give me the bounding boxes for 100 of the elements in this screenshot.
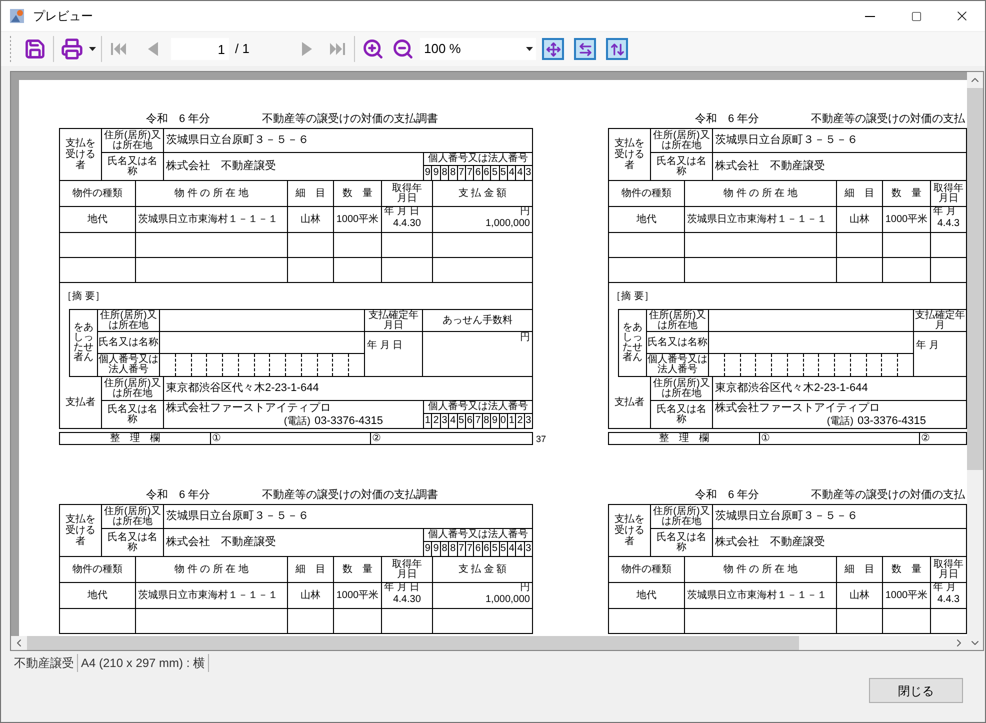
number-digit: 5 <box>490 542 499 556</box>
field-label: 氏名又は名称 <box>106 532 158 552</box>
zoom-select[interactable]: 100 % <box>420 38 536 60</box>
close-button[interactable]: 閉じる <box>869 678 963 703</box>
column-header: 取得年月日 <box>392 560 422 580</box>
table-cell: 地代 <box>636 213 656 226</box>
zoom-out-icon <box>392 38 414 60</box>
number-digit: 3 <box>524 166 532 180</box>
field-label: 氏名又は名称 <box>656 532 708 552</box>
column-header: 細 目 <box>844 564 874 574</box>
number-digit: 2 <box>515 414 524 428</box>
number-digit: 9 <box>424 166 432 180</box>
status-text: A4 (210 x 297 mm) : 横 <box>78 654 210 672</box>
phone-label: (電話) <box>284 416 310 427</box>
number-digit: 7 <box>464 542 474 556</box>
remarks-label: ［摘 要］ <box>62 291 105 302</box>
number-digit: 7 <box>456 166 465 180</box>
table-cell: 1000平米 <box>885 213 928 226</box>
form-title: 不動産等の譲受けの対価の支払 <box>811 113 966 125</box>
name-value: 株式会社 不動産譲受 <box>715 160 825 173</box>
table-cell: 4.4.3 <box>937 593 960 606</box>
number-label: 個人番号又は法人番号 <box>428 402 528 412</box>
save-icon <box>24 38 46 60</box>
phone-number: 03-3376-4315 <box>857 415 926 427</box>
column-header: あっせん手数料 <box>442 316 512 326</box>
field-label: 住所(居所)又は所在地 <box>104 506 161 526</box>
number-digit: 8 <box>482 414 490 428</box>
party-label: 支払者 <box>614 397 644 408</box>
column-header: 支払確定年月日 <box>368 310 420 330</box>
name-value: 株式会社ファーストアイティプロ <box>166 402 331 415</box>
column-header: 物 件 の 所 在 地 <box>724 188 798 198</box>
field-label: 個人番号又は法人番号 <box>98 355 159 375</box>
column-header: 数 量 <box>892 564 922 574</box>
page-input[interactable]: 1 <box>171 38 229 60</box>
table-cell: 地代 <box>88 213 108 226</box>
fit-page-button[interactable] <box>542 38 564 60</box>
number-digit: 7 <box>473 414 482 428</box>
form-title: 不動産等の譲受けの対価の支払 <box>811 489 966 501</box>
party-label: 支払を受ける者 <box>64 138 96 171</box>
number-digit: 8 <box>448 542 457 556</box>
zoom-in-icon <box>362 38 384 60</box>
fit-width-button[interactable] <box>574 38 596 60</box>
number-digit: 6 <box>473 542 482 556</box>
vertical-scrollbar[interactable] <box>967 72 983 650</box>
table-cell: 1,000,000 <box>486 593 530 606</box>
fit-height-button[interactable] <box>606 38 628 60</box>
table-cell: 茨城県日立市東海村１－１－１ <box>687 213 827 226</box>
horizontal-scrollbar[interactable] <box>11 636 967 650</box>
table-cell: 4.4.30 <box>393 217 421 230</box>
number-digit: 6 <box>482 542 490 556</box>
phone-number: 03-3376-4315 <box>314 415 383 427</box>
remarks-label: ［摘 要］ <box>611 291 654 302</box>
field-label: 住所(居所)又は所在地 <box>653 130 710 150</box>
name-value: 株式会社 不動産譲受 <box>166 536 276 549</box>
number-digit: 5 <box>498 542 507 556</box>
number-digit: 9 <box>490 414 499 428</box>
form-year: 令和 6 年分 <box>695 113 760 125</box>
number-digit: 5 <box>498 166 507 180</box>
unit-label: 円 <box>520 332 530 345</box>
table-cell: 1000平米 <box>885 589 928 602</box>
number-digit: 5 <box>456 414 465 428</box>
field-label: 個人番号又は法人番号 <box>647 355 708 375</box>
column-header: 支 払 金 額 <box>458 564 507 574</box>
table-cell: 山林 <box>300 589 320 602</box>
table-cell: 茨城県日立市東海村１－１－１ <box>687 589 827 602</box>
party-label: 支払を受ける者 <box>64 514 96 547</box>
printer-icon <box>61 38 83 60</box>
number-label: 個人番号又は法人番号 <box>428 530 528 540</box>
column-header: 細 目 <box>844 188 874 198</box>
status-text: 不動産譲受 <box>11 654 78 672</box>
number-digit: 1 <box>424 414 432 428</box>
number-digit: 9 <box>431 166 440 180</box>
number-digit: 9 <box>424 542 432 556</box>
table-cell: 4.4.30 <box>393 593 421 606</box>
column-header: 細 目 <box>296 564 326 574</box>
table-cell: 4.4.3 <box>937 217 960 230</box>
toolbar-grip-icon <box>9 36 12 62</box>
address-value: 東京都渋谷区代々木2-23-1-644 <box>715 380 868 396</box>
address-value: 茨城県日立台原町３－５－６ <box>715 132 858 148</box>
vertical-label: あっせんをした者 <box>622 323 642 363</box>
field-label: 住所(居所)又は所在地 <box>99 310 158 330</box>
print-button[interactable] <box>59 36 85 62</box>
phone-label: (電話) <box>826 416 854 427</box>
party-label: 支払者 <box>66 397 96 408</box>
table-cell: 地代 <box>88 589 108 602</box>
column-header: 物件の種類 <box>72 188 122 198</box>
address-value: 茨城県日立台原町３－５－６ <box>166 132 309 148</box>
field-label: 氏名又は名称 <box>106 404 158 424</box>
number-digit: 8 <box>440 166 448 180</box>
dropdown-caret-icon[interactable] <box>89 47 96 51</box>
skip-forward-icon <box>328 41 346 57</box>
form-title: 不動産等の譲受けの対価の支払調書 <box>262 489 438 501</box>
number-digit: 1 <box>506 414 516 428</box>
table-cell: 地代 <box>636 589 656 602</box>
address-value: 東京都渋谷区代々木2-23-1-644 <box>166 380 319 396</box>
field-label: 住所(居所)又は所在地 <box>653 506 710 526</box>
app-icon <box>9 8 25 24</box>
number-digit: 8 <box>448 166 457 180</box>
form-title: 不動産等の譲受けの対価の支払調書 <box>262 113 438 125</box>
number-digit: 4 <box>506 166 516 180</box>
